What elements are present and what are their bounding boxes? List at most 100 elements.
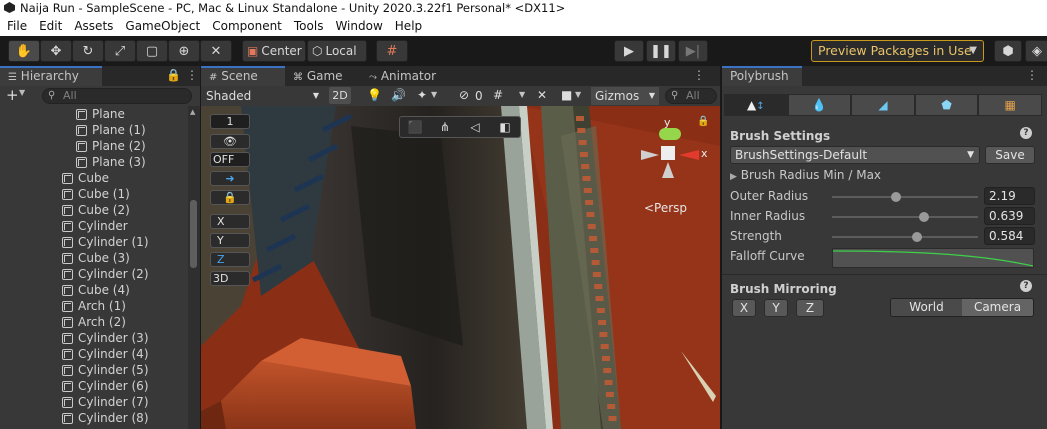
move-tool-button[interactable]: ✥ — [40, 40, 72, 62]
pause-button[interactable]: ❚❚ — [646, 40, 676, 62]
cube-tool-icon[interactable]: ⬛ — [400, 117, 430, 137]
inner-radius-field[interactable]: 0.639 — [984, 207, 1035, 225]
smooth-mode-button[interactable]: 💧 — [787, 94, 852, 116]
hierarchy-item[interactable]: Cube — [0, 170, 188, 186]
edge-tool-icon[interactable]: ◁ — [460, 117, 490, 137]
hierarchy-item[interactable]: Cylinder — [0, 218, 188, 234]
menu-tools[interactable]: Tools — [288, 16, 330, 36]
axis-y-toggle[interactable]: Y — [210, 233, 250, 248]
radius-minmax-foldout[interactable]: ▶ Brush Radius Min / Max — [730, 168, 881, 182]
tab-polybrush[interactable]: Polybrush — [722, 66, 802, 86]
kebab-menu-icon[interactable]: ⋮ — [1026, 68, 1038, 82]
pivot-center-button[interactable]: ▣ Center — [242, 40, 306, 62]
scene-viewport[interactable]: 1 👁 OFF ➜ 🔒 X Y Z 3D ⬛ ⋔ ◁ ◧ 🔒 y x <Pers… — [201, 106, 720, 429]
gizmo-neg-y-cone[interactable] — [662, 162, 674, 178]
menu-file[interactable]: File — [0, 16, 33, 36]
hierarchy-item[interactable]: Plane (2) — [0, 138, 188, 154]
gizmos-dropdown[interactable]: Gizmos ▼ — [591, 87, 659, 105]
vertex-tool-icon[interactable]: ⋔ — [430, 117, 460, 137]
preview-packages-button[interactable]: Preview Packages in Use ▼ — [811, 40, 984, 62]
hierarchy-item[interactable]: Arch (1) — [0, 298, 188, 314]
hierarchy-item[interactable]: Cylinder (1) — [0, 234, 188, 250]
kebab-menu-icon[interactable]: ⋮ — [693, 68, 705, 82]
gizmo-center-cube[interactable] — [661, 146, 675, 160]
hierarchy-scroll-thumb[interactable] — [190, 200, 197, 268]
mirror-x-button[interactable]: X — [732, 299, 756, 317]
gizmo-lock-icon[interactable]: 🔒 — [697, 116, 709, 127]
tab-hierarchy[interactable]: ☰ Hierarchy — [0, 66, 102, 86]
axis-x-toggle[interactable]: X — [210, 214, 250, 229]
brush-preset-dropdown[interactable]: BrushSettings-Default ▼ — [730, 146, 980, 164]
hierarchy-item[interactable]: Plane (3) — [0, 154, 188, 170]
hierarchy-item[interactable]: Cylinder (6) — [0, 378, 188, 394]
gizmo-x-cone[interactable] — [679, 150, 699, 160]
step-button[interactable]: ▶| — [678, 40, 708, 62]
add-button[interactable]: + — [6, 86, 19, 104]
hand-tool-button[interactable]: ✋ — [8, 40, 40, 62]
hierarchy-item[interactable]: Cylinder (7) — [0, 394, 188, 410]
hierarchy-item[interactable]: Cube (1) — [0, 186, 188, 202]
hierarchy-item[interactable]: Plane (1) — [0, 122, 188, 138]
play-button[interactable]: ▶ — [614, 40, 644, 62]
hierarchy-item[interactable]: Plane — [0, 106, 188, 122]
hierarchy-item[interactable]: Cylinder (8) — [0, 410, 188, 426]
snap-move-toggle[interactable]: ➜ — [210, 171, 250, 186]
menu-component[interactable]: Component — [206, 16, 288, 36]
help-icon[interactable]: ? — [1020, 127, 1032, 139]
outer-radius-field[interactable]: 2.19 — [984, 187, 1035, 205]
save-button[interactable]: Save — [985, 146, 1035, 164]
face-tool-icon[interactable]: ◧ — [490, 117, 520, 137]
menu-help[interactable]: Help — [389, 16, 428, 36]
transform-tool-button[interactable]: ⊕ — [168, 40, 200, 62]
mirror-camera-button[interactable]: Camera — [962, 299, 1033, 316]
tab-game[interactable]: ⌘ Game — [285, 66, 361, 86]
menu-edit[interactable]: Edit — [33, 16, 68, 36]
menu-gameobject[interactable]: GameObject — [119, 16, 206, 36]
scene-search-input[interactable]: ⚲ All — [665, 88, 717, 104]
hidden-objects-icon[interactable]: ⊘ — [459, 88, 469, 102]
snap-lock-toggle[interactable]: 🔒 — [210, 190, 250, 205]
tools-icon[interactable]: ✕ — [537, 88, 547, 102]
menu-window[interactable]: Window — [329, 16, 388, 36]
lighting-icon[interactable]: 💡 — [367, 88, 382, 102]
orientation-gizmo[interactable]: 🔒 y x — [631, 114, 711, 194]
scroll-up-icon[interactable]: ▲ — [190, 108, 195, 116]
strength-field[interactable]: 0.584 — [984, 227, 1035, 245]
outer-radius-slider[interactable] — [832, 196, 978, 198]
hierarchy-item[interactable]: Cube (4) — [0, 282, 188, 298]
mirror-y-button[interactable]: Y — [764, 299, 788, 317]
rotate-tool-button[interactable]: ↻ — [72, 40, 104, 62]
custom-tool-button[interactable]: ✕ — [200, 40, 232, 62]
grid-toggle-icon[interactable]: # — [493, 88, 503, 102]
strength-knob[interactable] — [911, 232, 922, 242]
hierarchy-item[interactable]: Cube (2) — [0, 202, 188, 218]
strength-slider[interactable] — [832, 236, 978, 238]
axis-z-toggle[interactable]: Z — [210, 252, 250, 267]
mirror-z-button[interactable]: Z — [796, 299, 824, 317]
snap-button[interactable]: # — [376, 40, 408, 62]
hierarchy-item[interactable]: Cube (3) — [0, 250, 188, 266]
tab-animator[interactable]: ⤳ Animator — [361, 66, 451, 86]
projection-label[interactable]: <Persp — [644, 201, 687, 215]
hierarchy-item[interactable]: Cylinder (4) — [0, 346, 188, 362]
rect-tool-button[interactable]: ▢ — [136, 40, 168, 62]
paint-vertex-mode-button[interactable]: ◢ — [851, 94, 915, 116]
hierarchy-item[interactable]: Arch (2) — [0, 314, 188, 330]
toggle-2d-button[interactable]: 2D — [329, 87, 351, 104]
hierarchy-item[interactable]: Cylinder (5) — [0, 362, 188, 378]
outer-radius-knob[interactable] — [891, 192, 902, 202]
menu-assets[interactable]: Assets — [68, 16, 119, 36]
scatter-mode-button[interactable]: ⬟ — [914, 94, 979, 116]
effects-icon[interactable]: ✦ — [417, 88, 427, 102]
hierarchy-search-input[interactable]: ⚲ All — [42, 88, 192, 104]
inner-radius-knob[interactable] — [918, 212, 929, 222]
gizmo-neg-x-cone[interactable] — [641, 150, 659, 160]
hierarchy-item[interactable]: Cylinder (2) — [0, 266, 188, 282]
kebab-menu-icon[interactable]: ⋮ — [186, 68, 198, 82]
falloff-curve-field[interactable] — [832, 248, 1034, 268]
snap-off-toggle[interactable]: OFF — [210, 152, 250, 167]
audio-icon[interactable]: 🔊 — [391, 88, 406, 102]
help-icon[interactable]: ? — [1020, 280, 1032, 292]
camera-icon[interactable]: ■ — [561, 88, 572, 102]
tab-scene[interactable]: # Scene — [201, 66, 285, 86]
